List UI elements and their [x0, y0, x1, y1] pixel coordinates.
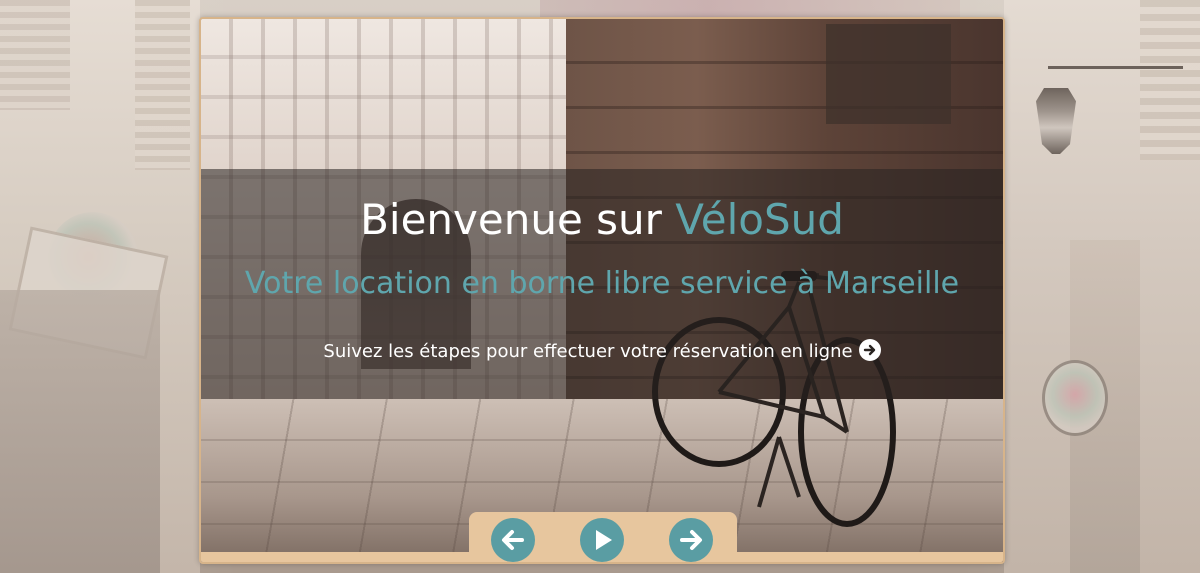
- instruction-link[interactable]: Suivez les étapes pour effectuer votre r…: [201, 339, 1003, 362]
- page-title: Bienvenue sur VéloSud: [201, 195, 1003, 244]
- arrow-circle-right-icon[interactable]: [858, 339, 881, 361]
- brand-name: VéloSud: [675, 195, 844, 244]
- next-button[interactable]: [669, 518, 713, 562]
- page-subtitle: Votre location en borne libre service à …: [244, 266, 960, 301]
- left-shop-front: [0, 290, 160, 573]
- play-icon: [596, 530, 612, 550]
- headline-prefix: Bienvenue sur: [360, 195, 676, 244]
- slideshow-controls: [469, 512, 737, 562]
- previous-button[interactable]: [491, 518, 535, 562]
- left-shutters: [0, 0, 70, 110]
- photo-plaque: [826, 24, 951, 124]
- play-button[interactable]: [580, 518, 624, 562]
- left-shutters-upper: [135, 0, 190, 170]
- arrow-left-icon: [502, 530, 524, 550]
- arrow-right-icon: [680, 530, 702, 550]
- umbrella-edge: [540, 0, 960, 18]
- right-shop-sign: [1042, 360, 1108, 436]
- street-lamp-arm: [1048, 66, 1183, 69]
- instruction-text: Suivez les étapes pour effectuer votre r…: [323, 341, 853, 362]
- welcome-slide: Bienvenue sur VéloSud Votre location en …: [199, 17, 1005, 564]
- right-shutters: [1140, 0, 1200, 160]
